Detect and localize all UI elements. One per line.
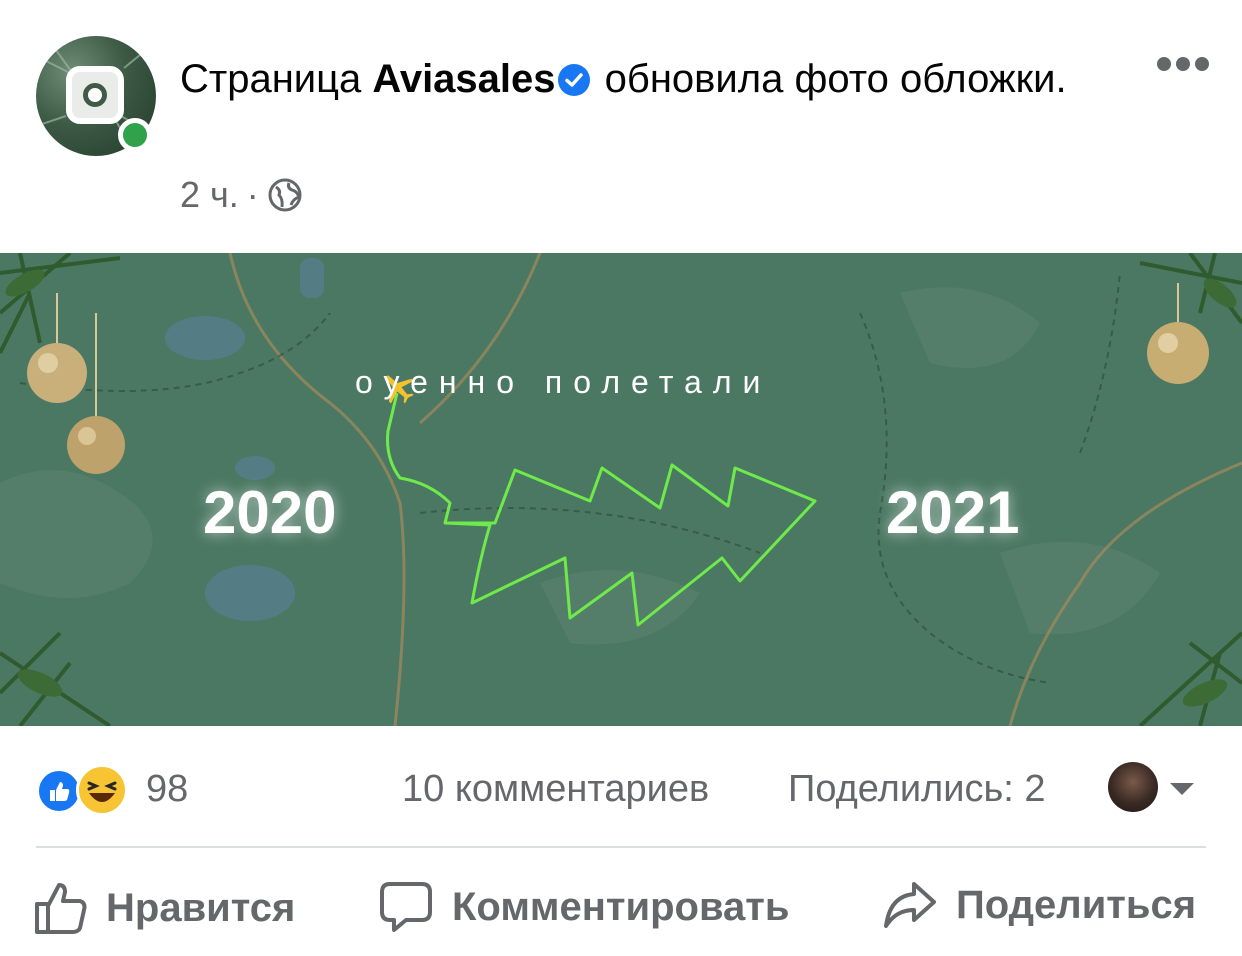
- online-status-dot: [118, 118, 152, 152]
- cover-tagline: оуенно полетали: [355, 364, 772, 400]
- like-label: Нравится: [106, 885, 296, 930]
- headline-prefix: Страница: [180, 57, 362, 101]
- post-actions: Нравится Комментировать Поделиться: [0, 870, 1242, 950]
- cover-year-start: 2020: [203, 479, 337, 546]
- share-button[interactable]: Поделиться: [882, 880, 1196, 930]
- comment-label: Комментировать: [452, 884, 790, 929]
- post-header: Страница Aviasales обновила фото обложки…: [0, 0, 1242, 250]
- comment-button[interactable]: Комментировать: [378, 880, 789, 934]
- haha-reaction-icon: [76, 764, 128, 816]
- post-headline: Страница Aviasales обновила фото обложки…: [180, 50, 1080, 108]
- meta-separator: ·: [246, 174, 259, 215]
- divider: [36, 846, 1206, 848]
- page-name-link[interactable]: Aviasales: [372, 57, 555, 101]
- viewer-avatar[interactable]: [1108, 762, 1158, 812]
- cover-photo[interactable]: оуенно полетали 2020 2021: [0, 253, 1242, 726]
- post-meta: 2 ч. ·: [180, 174, 303, 216]
- globe-icon[interactable]: [267, 177, 303, 213]
- thumbs-up-icon: [35, 883, 87, 934]
- reaction-count[interactable]: 98: [146, 768, 188, 811]
- more-dots-icon[interactable]: [1156, 56, 1210, 72]
- verified-badge-icon: [557, 64, 590, 96]
- aviasales-logo: [66, 66, 124, 124]
- like-button[interactable]: Нравится: [34, 880, 295, 936]
- post-timestamp[interactable]: 2 ч.: [180, 174, 239, 216]
- reaction-icons[interactable]: [36, 764, 136, 816]
- share-arrow-icon: [884, 882, 936, 928]
- speech-bubble-icon: [380, 882, 432, 932]
- headline-suffix: обновила фото обложки.: [604, 57, 1067, 101]
- chevron-down-icon[interactable]: [1168, 780, 1196, 798]
- comments-count-link[interactable]: 10 комментариев: [402, 768, 709, 811]
- share-label: Поделиться: [956, 882, 1197, 927]
- cover-map-art: [0, 253, 1242, 726]
- post-stats: 98 10 комментариев Поделились: 2: [0, 760, 1242, 816]
- shares-count-link[interactable]: Поделились: 2: [788, 768, 1046, 811]
- cover-year-end: 2021: [886, 479, 1020, 546]
